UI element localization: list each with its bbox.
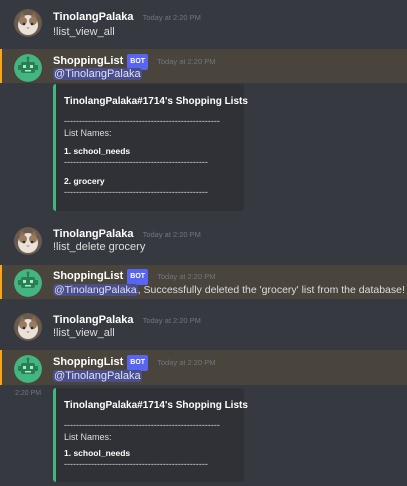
embed-list-names-label: List Names:: [64, 432, 112, 442]
cat-avatar-icon: [14, 9, 42, 37]
username[interactable]: TinolangPalaka: [53, 228, 134, 240]
bot-username[interactable]: ShoppingList: [53, 270, 123, 282]
embed-divider: ----------------------------------------…: [64, 187, 208, 197]
message-text: @TinolangPalaka, Successfully deleted th…: [53, 283, 405, 297]
embed-list-item: 1. school_needs: [64, 146, 131, 156]
message-text: @TinolangPalaka: [53, 67, 142, 81]
cat-avatar-icon: [14, 227, 42, 255]
timestamp: Today at 2:20 PM: [142, 230, 201, 239]
bot-avatar[interactable]: [14, 54, 42, 82]
bot-username[interactable]: ShoppingList: [53, 356, 123, 368]
message-text: !list_view_all: [53, 26, 115, 38]
embed-list-item: 2. grocery: [64, 176, 105, 186]
embed-title: TinolangPalaka#1714's Shopping Lists: [64, 96, 248, 107]
embed-divider: ----------------------------------------…: [64, 459, 208, 469]
shopping-lists-embed: TinolangPalaka#1714's Shopping Lists ---…: [53, 84, 248, 211]
user-mention[interactable]: @TinolangPalaka: [53, 284, 138, 296]
message-text: !list_delete grocery: [53, 241, 146, 253]
message-bot-list-view-2: ShoppingList BOT Today at 2:20 PM @Tinola…: [0, 350, 407, 385]
username[interactable]: TinolangPalaka: [53, 314, 134, 326]
message-user-list-delete: TinolangPalaka Today at 2:20 PM !list_de…: [0, 222, 407, 258]
bot-avatar[interactable]: [14, 269, 42, 297]
username[interactable]: TinolangPalaka: [53, 11, 134, 23]
timestamp: Today at 2:20 PM: [142, 316, 201, 325]
timestamp: Today at 2:20 PM: [142, 13, 201, 22]
delete-confirmation-text: , Successfully deleted the 'grocery' lis…: [137, 284, 405, 296]
hover-timestamp: 2:20 PM: [15, 390, 42, 397]
user-mention[interactable]: @TinolangPalaka: [53, 68, 142, 80]
message-text: !list_view_all: [53, 327, 115, 339]
message-user-list-view-all-2: TinolangPalaka Today at 2:20 PM !list_vi…: [0, 308, 407, 344]
bot-avatar[interactable]: [14, 355, 42, 383]
embed-divider: ----------------------------------------…: [64, 116, 220, 126]
shopping-lists-embed: TinolangPalaka#1714's Shopping Lists ---…: [53, 388, 248, 482]
embed-divider: ----------------------------------------…: [64, 420, 220, 430]
user-avatar[interactable]: [14, 9, 42, 37]
embed-list-item: 1. school_needs: [64, 448, 131, 458]
message-header: TinolangPalaka Today at 2:20 PM: [53, 10, 201, 25]
bot-username[interactable]: ShoppingList: [53, 55, 123, 67]
user-avatar[interactable]: [14, 227, 42, 255]
embed-list-names-label: List Names:: [64, 128, 112, 138]
embed-title: TinolangPalaka#1714's Shopping Lists: [64, 400, 248, 411]
robot-avatar-icon: [14, 54, 42, 82]
cat-avatar-icon: [14, 313, 42, 341]
message-bot-delete-confirmation: ShoppingList BOT Today at 2:20 PM @Tinola…: [0, 265, 407, 299]
timestamp: Today at 2:20 PM: [157, 358, 216, 367]
timestamp: Today at 2:20 PM: [157, 57, 216, 66]
message-user-list-view-all-1: TinolangPalaka Today at 2:20 PM !list_vi…: [0, 4, 407, 40]
robot-avatar-icon: [14, 269, 42, 297]
robot-avatar-icon: [14, 355, 42, 383]
embed-divider: ----------------------------------------…: [64, 157, 208, 167]
message-text: @TinolangPalaka: [53, 369, 142, 383]
timestamp: Today at 2:20 PM: [157, 272, 216, 281]
user-mention[interactable]: @TinolangPalaka: [53, 370, 142, 382]
message-bot-list-view-1: ShoppingList BOT Today at 2:20 PM @Tinola…: [0, 49, 407, 83]
user-avatar[interactable]: [14, 313, 42, 341]
